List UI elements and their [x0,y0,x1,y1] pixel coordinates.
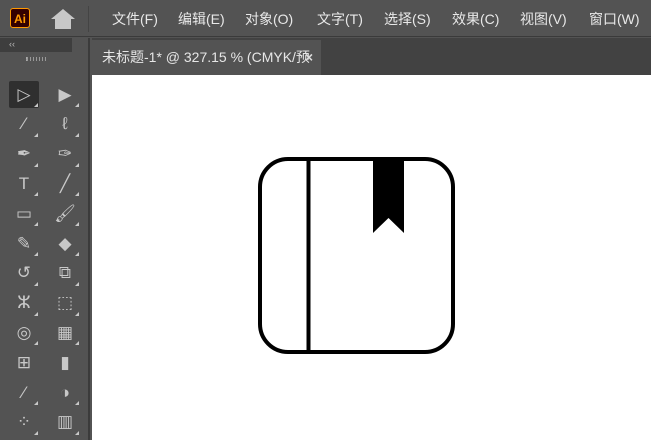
selection-tool[interactable]: ▷ [9,81,39,108]
perspective-grid-icon: ▦ [56,322,74,342]
curvature-tool[interactable]: ✑ [50,141,80,168]
mesh-tool[interactable]: ⊞ [9,349,39,376]
symbol-sprayer-tool[interactable]: ⁘ [9,409,39,436]
menu-item[interactable]: 窗口(W) [589,9,640,29]
gradient-tool[interactable]: ▮ [50,349,80,376]
blend-icon: ◑ [59,382,71,402]
type-icon: T [18,173,30,193]
menu-item[interactable]: 对象(O) [245,9,293,29]
magic-wand-icon: ⁄ [22,114,26,134]
bookmark-ribbon [373,159,404,233]
divider [88,6,89,32]
menu-bar: Ai 文件(F) 编辑(E) 对象(O) 文字(T) 选择(S) 效果(C) 视图(V) 窗口… [0,0,651,37]
gradient-icon: ▮ [60,352,70,372]
document-tab-bar: 未标题-1* @ 327.15 % (CMYK/预览) × [92,38,651,100]
close-icon[interactable]: × [305,40,313,75]
free-transform-tool[interactable]: ⬚ [50,290,80,317]
menu-item[interactable]: 文字(T) [317,9,363,29]
menu-item[interactable]: 文件(F) [112,9,158,29]
selection-icon: ▷ [17,84,31,104]
column-graph-tool[interactable]: ▥ [50,409,80,436]
rotate-tool[interactable]: ↺ [9,260,39,287]
lasso-tool[interactable]: ℓ [50,111,80,138]
line-segment-tool[interactable]: ╱ [50,170,80,197]
puppet-warp-tool[interactable]: ⵣ [9,290,39,317]
artboard-canvas[interactable] [92,75,651,440]
paintbrush-tool[interactable]: 🖌 [50,200,80,227]
home-icon[interactable] [50,8,76,30]
column-graph-icon: ▥ [56,412,74,432]
pen-icon: ✒ [16,144,32,164]
blend-tool[interactable]: ◑ [50,379,80,406]
tools-panel: ‹‹ ▷ ▶ ⁄ ℓ ✒ ✑ T ╱ ▭ 🖌 ✎ ◆ ↺ ⧉ ⵣ ⬚ ◎ ▦ ⊞ ▮ ⁄ ◑ ⁘ ▥ [0,38,90,440]
collapse-panel-button[interactable]: ‹‹ [0,38,72,52]
scale-icon: ⧉ [58,263,72,283]
curvature-icon: ✑ [57,144,73,164]
eyedropper-tool[interactable]: ⁄ [9,379,39,406]
type-tool[interactable]: T [9,170,39,197]
magic-wand-tool[interactable]: ⁄ [9,111,39,138]
direct-selection-tool[interactable]: ▶ [50,81,80,108]
document-tab[interactable]: 未标题-1* @ 327.15 % (CMYK/预览) × [92,40,321,100]
book-outline [258,157,455,354]
direct-selection-icon: ▶ [58,84,72,104]
line-segment-icon: ╱ [59,173,71,193]
menu-item[interactable]: 视图(V) [520,9,567,29]
shape-builder-icon: ◎ [16,322,32,342]
free-transform-icon: ⬚ [56,293,74,313]
rectangle-icon: ▭ [15,203,33,223]
pencil-icon: ✎ [16,233,32,253]
mesh-icon: ⊞ [16,352,32,372]
rotate-icon: ↺ [16,263,32,283]
shape-builder-tool[interactable]: ◎ [9,319,39,346]
eraser-icon: ◆ [58,233,72,253]
lasso-icon: ℓ [62,114,68,134]
book-bookmark-artwork[interactable] [92,75,651,440]
symbol-sprayer-icon: ⁘ [16,412,32,432]
menu-item[interactable]: 效果(C) [452,9,499,29]
panel-grip[interactable] [26,57,46,61]
pencil-tool[interactable]: ✎ [9,230,39,257]
rectangle-tool[interactable]: ▭ [9,200,39,227]
eraser-tool[interactable]: ◆ [50,230,80,257]
puppet-warp-icon: ⵣ [17,293,31,313]
paintbrush-icon: 🖌 [54,203,76,223]
menu-item[interactable]: 选择(S) [384,9,431,29]
eyedropper-icon: ⁄ [22,382,26,402]
illustrator-logo: Ai [10,8,30,28]
pen-tool[interactable]: ✒ [9,141,39,168]
menu-item[interactable]: 编辑(E) [178,9,225,29]
perspective-grid-tool[interactable]: ▦ [50,319,80,346]
scale-tool[interactable]: ⧉ [50,260,80,287]
